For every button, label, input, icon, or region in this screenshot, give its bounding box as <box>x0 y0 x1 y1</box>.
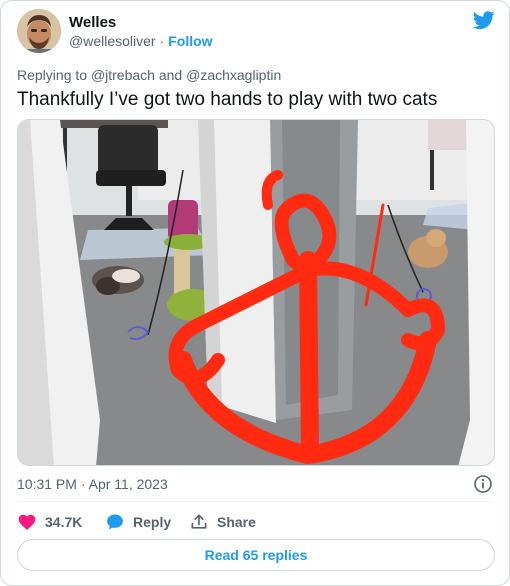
tweet-text: Thankfully I’ve got two hands to play wi… <box>17 89 438 110</box>
replying-to: Replying to @jtrebach and @zachxagliptin <box>17 67 281 83</box>
handle-separator: · <box>159 33 165 49</box>
share-icon <box>191 514 207 529</box>
author-handle-line: @wellesoliver · Follow <box>69 33 213 49</box>
tweet-photo[interactable] <box>17 119 495 466</box>
replying-prefix: Replying to <box>17 67 88 83</box>
like-count: 34.7K <box>45 514 83 530</box>
like-button[interactable]: 34.7K <box>17 511 82 533</box>
author-handle[interactable]: @wellesoliver <box>69 33 156 49</box>
reply-button[interactable]: Reply <box>105 511 171 533</box>
tweet-time: 10:31 PM <box>17 476 77 492</box>
tweet-date: Apr 11, 2023 <box>88 476 168 492</box>
reply-bubble-icon <box>107 514 123 530</box>
tweet-card: Welles @wellesoliver · Follow Replying to … <box>0 0 510 586</box>
follow-button[interactable]: Follow <box>168 33 212 49</box>
author-name[interactable]: Welles <box>69 14 116 31</box>
replying-conjunction: and <box>158 67 183 83</box>
read-replies-button[interactable]: Read 65 replies <box>17 539 495 571</box>
avatar[interactable] <box>17 9 61 53</box>
share-label: Share <box>217 514 256 530</box>
mention-link-2[interactable]: @zachxagliptin <box>186 67 281 83</box>
tweet-timestamp[interactable]: 10:31 PM · Apr 11, 2023 <box>17 476 168 492</box>
tweet-header: Welles @wellesoliver · Follow <box>17 9 495 53</box>
heart-icon <box>18 514 36 530</box>
divider <box>17 501 493 502</box>
timestamp-separator: · <box>80 476 86 492</box>
info-icon[interactable] <box>473 474 493 494</box>
mention-link-1[interactable]: @jtrebach <box>91 67 155 83</box>
reply-label: Reply <box>133 514 172 530</box>
share-button[interactable]: Share <box>189 511 256 533</box>
twitter-bird-icon[interactable] <box>473 9 495 31</box>
